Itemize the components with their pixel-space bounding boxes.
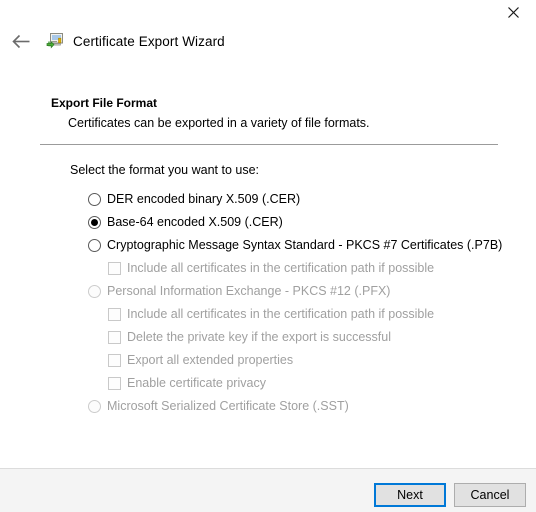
checkbox-export-extended-properties-label: Export all extended properties (127, 353, 294, 367)
back-button[interactable] (6, 26, 36, 56)
checkbox-include-all-certificates-pfx-label: Include all certificates in the certific… (127, 307, 435, 321)
format-prompt: Select the format you want to use: (70, 163, 259, 177)
header-divider (40, 144, 498, 145)
radio-pkcs7-certificates-label: Cryptographic Message Syntax Standard - … (107, 238, 503, 252)
radio-pkcs7-certificates-row[interactable]: Cryptographic Message Syntax Standard - … (88, 234, 536, 257)
radio-base64-encoded[interactable] (88, 216, 101, 229)
footer-bar: Next Cancel (0, 469, 536, 512)
checkbox-include-all-certificates-pkcs7-label: Include all certificates in the certific… (127, 261, 435, 275)
radio-der-encoded-binary[interactable] (88, 193, 101, 206)
wizard-title: Certificate Export Wizard (73, 33, 225, 49)
page-title: Export File Format (51, 96, 158, 110)
close-icon (507, 6, 519, 18)
radio-serialized-certificate-store (88, 400, 101, 413)
checkbox-export-extended-properties-row: Export all extended properties (108, 349, 536, 372)
radio-serialized-certificate-store-label: Microsoft Serialized Certificate Store (… (107, 399, 349, 413)
back-arrow-icon (11, 34, 29, 48)
radio-base64-encoded-label: Base-64 encoded X.509 (.CER) (107, 215, 283, 229)
checkbox-enable-certificate-privacy-label: Enable certificate privacy (127, 376, 266, 390)
checkbox-include-all-certificates-pkcs7-row: Include all certificates in the certific… (108, 257, 536, 280)
wizard-header: Certificate Export Wizard (0, 26, 536, 56)
close-button[interactable] (490, 0, 536, 24)
radio-der-encoded-binary-label: DER encoded binary X.509 (.CER) (107, 192, 301, 206)
next-button[interactable]: Next (374, 483, 446, 507)
radio-pkcs12-pfx (88, 285, 101, 298)
cancel-button[interactable]: Cancel (454, 483, 526, 507)
radio-pkcs12-pfx-row: Personal Information Exchange - PKCS #12… (88, 280, 536, 303)
checkbox-enable-certificate-privacy-row: Enable certificate privacy (108, 372, 536, 395)
checkbox-delete-private-key-row: Delete the private key if the export is … (108, 326, 536, 349)
radio-der-encoded-binary-row[interactable]: DER encoded binary X.509 (.CER) (88, 188, 536, 211)
page-subtitle: Certificates can be exported in a variet… (68, 116, 370, 130)
radio-base64-encoded-row[interactable]: Base-64 encoded X.509 (.CER) (88, 211, 536, 234)
radio-serialized-certificate-store-row: Microsoft Serialized Certificate Store (… (88, 395, 536, 418)
checkbox-enable-certificate-privacy (108, 377, 121, 390)
wizard-body: Select the format you want to use: DER e… (0, 162, 536, 418)
certificate-export-icon (46, 32, 64, 50)
checkbox-include-all-certificates-pfx (108, 308, 121, 321)
checkbox-export-extended-properties (108, 354, 121, 367)
checkbox-include-all-certificates-pkcs7 (108, 262, 121, 275)
checkbox-include-all-certificates-pfx-row: Include all certificates in the certific… (108, 303, 536, 326)
title-bar (0, 0, 536, 24)
checkbox-delete-private-key-label: Delete the private key if the export is … (127, 330, 392, 344)
page-heading-block: Export File Format Certificates can be e… (51, 96, 501, 131)
checkbox-delete-private-key (108, 331, 121, 344)
radio-pkcs12-pfx-label: Personal Information Exchange - PKCS #12… (107, 284, 391, 298)
radio-pkcs7-certificates[interactable] (88, 239, 101, 252)
format-option-list: DER encoded binary X.509 (.CER) Base-64 e… (0, 188, 536, 418)
